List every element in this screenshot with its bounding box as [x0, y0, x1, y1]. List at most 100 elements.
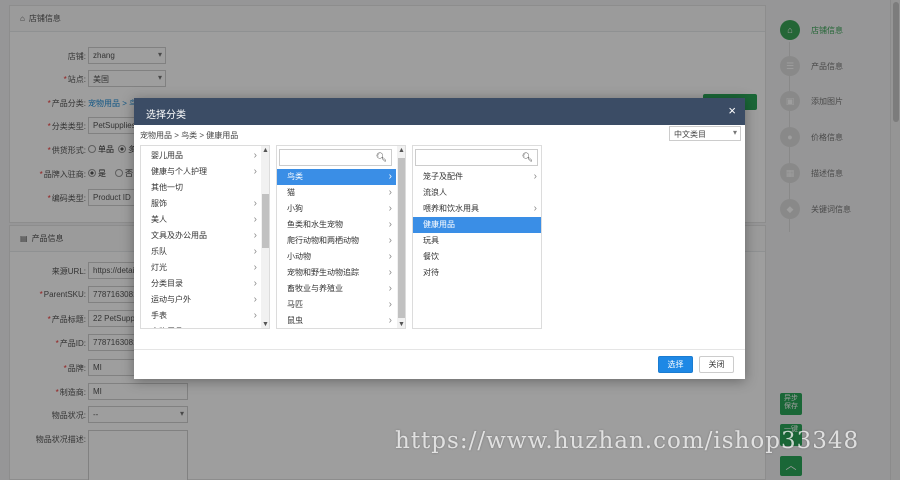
category-column-1-item[interactable]: 婴儿用品 ›: [141, 148, 261, 164]
category-column-1: 婴儿用品 › 健康与个人护理 › 其他一切 服饰 › 美人 › 文具及办公用品 › 乐队 › 灯光 › 分类目…: [140, 145, 270, 329]
category-list-2: 鸟类 › 猫 › 小狗 › 鱼类和水生宠物 › 爬行动物和两栖动物 › 小动物 › 宠物和野生动物追踪 ›…: [277, 169, 396, 328]
chevron-right-icon: ›: [253, 166, 257, 177]
category-column-1-item-label: 灯光: [151, 263, 167, 272]
category-column-2: 🔍︎ 鸟类 › 猫 › 小狗 › 鱼类和水生宠物 › 爬行动物和两栖动物 › 小动物 › 宠物和野生动物…: [276, 145, 406, 329]
chevron-right-icon: ›: [253, 294, 257, 305]
language-select[interactable]: 中文类目: [669, 126, 741, 141]
category-column-3-item-label: 对待: [423, 268, 439, 277]
category-column-1-item-label: 乐队: [151, 247, 167, 256]
category-column-2-item-label: 爬行动物和两栖动物: [287, 236, 359, 245]
category-column-2-item-label: 鼠虫: [287, 316, 303, 325]
column-2-search-input[interactable]: 🔍︎: [279, 149, 392, 166]
category-column-2-item-label: 猫: [287, 188, 295, 197]
category-column-3-item-label: 玩具: [423, 236, 439, 245]
category-column-2-item-label: 小狗: [287, 204, 303, 213]
category-column-2-item[interactable]: 鸟类 ›: [277, 169, 396, 185]
category-column-1-item[interactable]: 手表 ›: [141, 308, 261, 324]
category-column-1-item[interactable]: 运动与户外 ›: [141, 292, 261, 308]
category-column-2-item[interactable]: 爬行动物和两栖动物 ›: [277, 233, 396, 249]
category-column-1-item-label: 健康与个人护理: [151, 167, 207, 176]
category-column-1-item-label: 服饰: [151, 199, 167, 208]
category-column-3-item[interactable]: 流浪人: [413, 185, 541, 201]
category-column-1-item-label: 其他一切: [151, 183, 183, 192]
category-column-2-item[interactable]: 鱼类和水生宠物 ›: [277, 217, 396, 233]
watermark: https://www.huzhan.com/ishop33348: [395, 428, 860, 454]
category-column-1-item[interactable]: 分类目录 ›: [141, 276, 261, 292]
category-list-3: 笼子及配件 › 流浪人 喂养和饮水用具 › 健康用品 玩具 餐饮 对待: [413, 169, 541, 281]
close-icon[interactable]: ×: [728, 103, 736, 118]
scroll-up-icon[interactable]: ▲: [397, 146, 405, 156]
category-column-1-item[interactable]: 宠物用品 ›: [141, 324, 261, 328]
scroll-down-icon[interactable]: ▼: [261, 320, 269, 328]
chevron-right-icon: ›: [254, 324, 257, 328]
category-column-2-item[interactable]: 猫 ›: [277, 185, 396, 201]
dialog-header: 选择分类 ×: [134, 98, 745, 125]
chevron-right-icon: ›: [388, 251, 392, 262]
category-column-1-item[interactable]: 健康与个人护理 ›: [141, 164, 261, 180]
chevron-right-icon: ›: [388, 283, 392, 294]
category-column-1-item[interactable]: 其他一切: [141, 180, 261, 196]
category-column-3-item[interactable]: 餐饮: [413, 249, 541, 265]
chevron-right-icon: ›: [253, 150, 257, 161]
column-1-scrollbar[interactable]: ▲ ▼: [261, 146, 269, 328]
chevron-right-icon: ›: [253, 198, 257, 209]
category-column-2-item[interactable]: 宠物和野生动物追踪 ›: [277, 265, 396, 281]
category-column-3-item[interactable]: 喂养和饮水用具 ›: [413, 201, 541, 217]
category-column-3-item[interactable]: 健康用品: [413, 217, 541, 233]
column-2-scroll-thumb[interactable]: [398, 158, 405, 318]
search-icon[interactable]: 🔍︎: [522, 152, 533, 163]
chevron-right-icon: ›: [533, 171, 537, 182]
chevron-right-icon: ›: [388, 187, 392, 198]
chevron-right-icon: ›: [253, 214, 257, 225]
dialog-breadcrumb: 宠物用品 > 鸟类 > 健康用品: [140, 131, 239, 140]
category-column-1-item-label: 婴儿用品: [151, 151, 183, 160]
category-column-1-item[interactable]: 灯光 ›: [141, 260, 261, 276]
category-column-1-item[interactable]: 文具及办公用品 ›: [141, 228, 261, 244]
category-column-3-item[interactable]: 玩具: [413, 233, 541, 249]
dialog-title: 选择分类: [146, 110, 186, 121]
category-column-1-item[interactable]: 服饰 ›: [141, 196, 261, 212]
chevron-right-icon: ›: [388, 267, 392, 278]
column-3-search-input[interactable]: 🔍︎: [415, 149, 538, 166]
category-column-3-item-label: 健康用品: [423, 220, 455, 229]
category-column-1-item-label: 文具及办公用品: [151, 231, 207, 240]
category-column-2-item[interactable]: 畜牧业与养殖业 ›: [277, 281, 396, 297]
chevron-right-icon: ›: [388, 235, 392, 246]
search-icon[interactable]: 🔍︎: [376, 152, 387, 163]
category-column-3-item-label: 喂养和饮水用具: [423, 204, 479, 213]
chevron-right-icon: ›: [388, 203, 392, 214]
category-column-2-item-label: 鱼类和水生宠物: [287, 220, 343, 229]
chevron-right-icon: ›: [388, 299, 392, 310]
category-column-1-item-label: 运动与户外: [151, 295, 191, 304]
column-1-scroll-thumb[interactable]: [262, 194, 269, 248]
dialog-footer: 选择 关闭: [134, 349, 745, 379]
category-column-3-item[interactable]: 对待: [413, 265, 541, 281]
close-button[interactable]: 关闭: [699, 356, 734, 373]
chevron-right-icon: ›: [388, 315, 392, 326]
chevron-right-icon: ›: [253, 262, 257, 273]
category-column-2-item-label: 鸟类: [287, 172, 303, 181]
category-column-3-item-label: 流浪人: [423, 188, 447, 197]
category-column-2-item-label: 马匹: [287, 300, 303, 309]
select-button[interactable]: 选择: [658, 356, 693, 373]
column-2-scrollbar[interactable]: ▲ ▼: [397, 146, 405, 328]
category-column-1-item-label: 美人: [151, 215, 167, 224]
category-column-1-item[interactable]: 乐队 ›: [141, 244, 261, 260]
category-column-2-item[interactable]: 小动物 ›: [277, 249, 396, 265]
category-column-1-item-label: 宠物用品: [151, 327, 183, 328]
category-column-2-item[interactable]: 鼠虫 ›: [277, 313, 396, 328]
category-column-3-item[interactable]: 笼子及配件 ›: [413, 169, 541, 185]
category-column-1-item-label: 手表: [151, 311, 167, 320]
scroll-down-icon[interactable]: ▼: [397, 320, 405, 328]
category-dialog: 选择分类 × 宠物用品 > 鸟类 > 健康用品 中文类目 婴儿用品 › 健康与个人护…: [134, 98, 745, 379]
chevron-right-icon: ›: [388, 219, 392, 230]
category-column-2-item[interactable]: 小狗 ›: [277, 201, 396, 217]
category-column-1-item[interactable]: 美人 ›: [141, 212, 261, 228]
chevron-right-icon: ›: [253, 310, 257, 321]
category-column-2-item-label: 畜牧业与养殖业: [287, 284, 343, 293]
scroll-up-icon[interactable]: ▲: [261, 146, 269, 156]
category-column-2-item[interactable]: 马匹 ›: [277, 297, 396, 313]
category-column-2-item-label: 小动物: [287, 252, 311, 261]
chevron-right-icon: ›: [253, 278, 257, 289]
category-column-2-item-label: 宠物和野生动物追踪: [287, 268, 359, 277]
